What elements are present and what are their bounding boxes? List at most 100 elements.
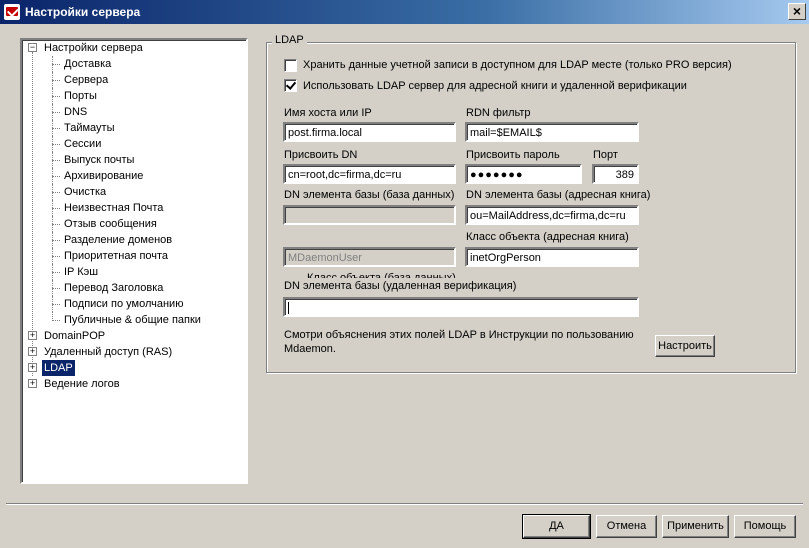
tree-item[interactable]: Доставка [62,56,113,72]
tree-item[interactable]: Сервера [62,72,110,88]
base-dn-db-input[interactable] [283,205,456,225]
tree-item-server-settings[interactable]: Настройки сервера [42,40,145,56]
tree-guide-line [52,152,53,168]
tree-guide-branch [52,256,60,257]
bind-password-input[interactable]: ●●●●●●● [465,164,582,184]
base-dn-book-input[interactable]: ou=MailAddress,dc=firma,dc=ru [465,205,639,225]
store-account-checkbox[interactable] [284,59,297,72]
tree-expander[interactable]: + [28,379,37,388]
object-class-book-label: Класс объекта (адресная книга) [466,231,629,243]
port-label: Порт [593,149,618,161]
tree-guide-line [52,88,53,104]
base-dn-verify-input[interactable] [283,297,639,317]
base-dn-db-label: DN элемента базы (база данных) [284,189,455,201]
bind-dn-label: Присвоить DN [284,149,358,161]
settings-tree[interactable]: − Настройки сервера Доставка Сервера Порты DN… [20,38,248,484]
close-button[interactable]: × [788,3,806,20]
tree-guide-line [52,232,53,248]
object-class-db-input[interactable]: MDaemonUser [283,247,456,267]
base-dn-verify-label: DN элемента базы (удаленная верификация) [284,280,517,292]
tree-item[interactable]: Порты [62,88,99,104]
tree-guide-branch [52,112,60,113]
tree-guide-line [52,216,53,232]
tree-guide-line [52,104,53,120]
ldap-note: Смотри объяснения этих полей LDAP в Инст… [284,329,634,355]
object-class-db-label: Класс объекта (база данных) [307,272,456,278]
tree-guide-line [52,136,53,152]
bind-dn-input[interactable]: cn=root,dc=firma,dc=ru [283,164,456,184]
tree-item[interactable]: IP Кэш [62,264,100,280]
tree-item[interactable]: Архивирование [62,168,145,184]
tree-guide-line [52,280,53,296]
tree-guide-branch [52,192,60,193]
tree-guide-branch [52,208,60,209]
tree-guide-line [52,184,53,200]
tree-guide-branch [52,160,60,161]
tree-item[interactable]: Подписи по умолчанию [62,296,185,312]
tree-group-item[interactable]: DomainPOP [42,328,107,344]
tree-guide-line [32,52,33,376]
tree-item[interactable]: Отзыв сообщения [62,216,159,232]
app-icon [4,4,20,20]
footer-separator [6,503,803,505]
tree-guide-line [52,120,53,136]
ok-button[interactable]: ДА [522,514,591,539]
tree-guide-branch [52,272,60,273]
tree-guide-line [52,200,53,216]
tree-item[interactable]: Сессии [62,136,103,152]
tree-root-expander[interactable]: − [28,43,37,52]
tree-expander[interactable]: + [28,331,37,340]
help-button[interactable]: Помощь [734,515,796,538]
tree-guide-line [52,248,53,264]
tree-guide-line [52,296,53,312]
cancel-button[interactable]: Отмена [596,515,657,538]
tree-item[interactable]: Очистка [62,184,108,200]
tree-guide-line [52,264,53,280]
tree-item[interactable]: Перевод Заголовка [62,280,165,296]
tree-guide-branch [52,128,60,129]
base-dn-book-label: DN элемента базы (адресная книга) [466,189,651,201]
tree-group-item[interactable]: Ведение логов [42,376,122,392]
rdn-filter-input[interactable]: mail=$EMAIL$ [465,122,639,142]
tree-guide-line [52,72,53,88]
text-caret [288,302,289,315]
tree-item[interactable]: Приоритетная почта [62,248,170,264]
tree-guide-branch [52,320,60,321]
tree-guide-line [52,168,53,184]
tree-guide-branch [52,80,60,81]
tree-guide-branch [52,288,60,289]
tree-item[interactable]: DNS [62,104,89,120]
window-title: Настройки сервера [25,5,141,19]
use-ldap-label: Использовать LDAP сервер для адресной кн… [303,80,687,92]
host-input[interactable]: post.firma.local [283,122,456,142]
tree-item[interactable]: Публичные & общие папки [62,312,203,328]
tree-guide-branch [52,96,60,97]
tree-group-item[interactable]: LDAP [42,360,75,376]
tree-item[interactable]: Неизвестная Почта [62,200,165,216]
configure-button[interactable]: Настроить [655,335,715,357]
tree-item[interactable]: Разделение доменов [62,232,174,248]
tree-guide-branch [52,240,60,241]
port-input[interactable]: 389 [592,164,639,184]
tree-item[interactable]: Выпуск почты [62,152,136,168]
tree-guide-line [52,312,53,321]
use-ldap-checkbox[interactable] [284,79,297,92]
object-class-book-input[interactable]: inetOrgPerson [465,247,639,267]
tree-group-item[interactable]: Удаленный доступ (RAS) [42,344,174,360]
tree-guide-branch [52,176,60,177]
apply-button[interactable]: Применить [662,515,729,538]
title-bar: Настройки сервера × [0,0,809,24]
store-account-label: Хранить данные учетной записи в доступно… [303,59,732,71]
tree-item[interactable]: Таймауты [62,120,117,136]
tree-guide-branch [52,304,60,305]
tree-guide-line [52,56,53,72]
tree-guide-branch [52,144,60,145]
tree-guide-branch [52,224,60,225]
tree-guide-branch [52,64,60,65]
rdn-filter-label: RDN фильтр [466,107,531,119]
ldap-group-title: LDAP [272,34,307,46]
tree-expander[interactable]: + [28,363,37,372]
bind-password-label: Присвоить пароль [466,149,560,161]
tree-expander[interactable]: + [28,347,37,356]
host-label: Имя хоста или IP [284,107,372,119]
